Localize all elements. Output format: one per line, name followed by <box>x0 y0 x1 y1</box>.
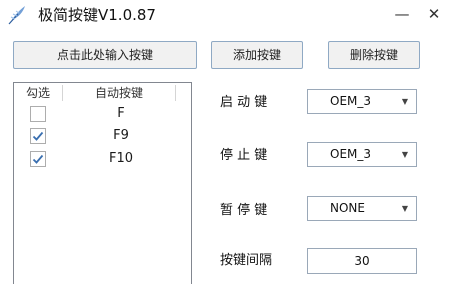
feather-quill-icon <box>6 4 28 26</box>
stop-key-label: 停 止 键 <box>220 148 268 163</box>
pause-key-value: NONE <box>330 201 365 215</box>
close-button[interactable]: ✕ <box>422 3 446 25</box>
start-key-select[interactable]: OEM_3 ▼ <box>307 89 417 114</box>
start-key-label: 启 动 键 <box>220 95 268 110</box>
delete-key-button[interactable]: 删除按键 <box>328 41 420 69</box>
column-header-auto-key[interactable]: 自动按键 <box>63 83 175 103</box>
row-checkbox[interactable] <box>30 128 46 144</box>
chevron-down-icon: ▼ <box>401 150 408 159</box>
key-list[interactable]: 勾选 自动按键 F F9 F10 <box>13 82 192 284</box>
chevron-down-icon: ▼ <box>401 97 408 106</box>
key-input-button[interactable]: 点击此处输入按键 <box>13 41 197 69</box>
row-key: F10 <box>108 151 134 166</box>
window-title: 极简按键V1.0.87 <box>38 6 156 24</box>
add-key-button[interactable]: 添加按键 <box>211 41 303 69</box>
stop-key-value: OEM_3 <box>330 147 372 161</box>
chevron-down-icon: ▼ <box>401 204 408 213</box>
column-header-check[interactable]: 勾选 <box>14 83 62 103</box>
row-checkbox[interactable] <box>30 151 46 167</box>
row-key: F <box>117 106 125 121</box>
checkmark-icon <box>32 154 44 164</box>
row-key: F9 <box>113 128 129 143</box>
pause-key-label: 暂 停 键 <box>220 203 268 218</box>
row-checkbox[interactable] <box>30 106 46 122</box>
minimize-button[interactable]: — <box>390 3 414 25</box>
checkmark-icon <box>32 131 44 141</box>
column-divider <box>175 85 176 101</box>
stop-key-select[interactable]: OEM_3 ▼ <box>307 142 417 167</box>
interval-input[interactable]: 30 <box>307 248 417 274</box>
start-key-value: OEM_3 <box>330 94 372 108</box>
title-bar: 极简按键V1.0.87 — ✕ <box>0 0 453 30</box>
interval-label: 按键间隔 <box>220 253 273 268</box>
pause-key-select[interactable]: NONE ▼ <box>307 196 417 221</box>
